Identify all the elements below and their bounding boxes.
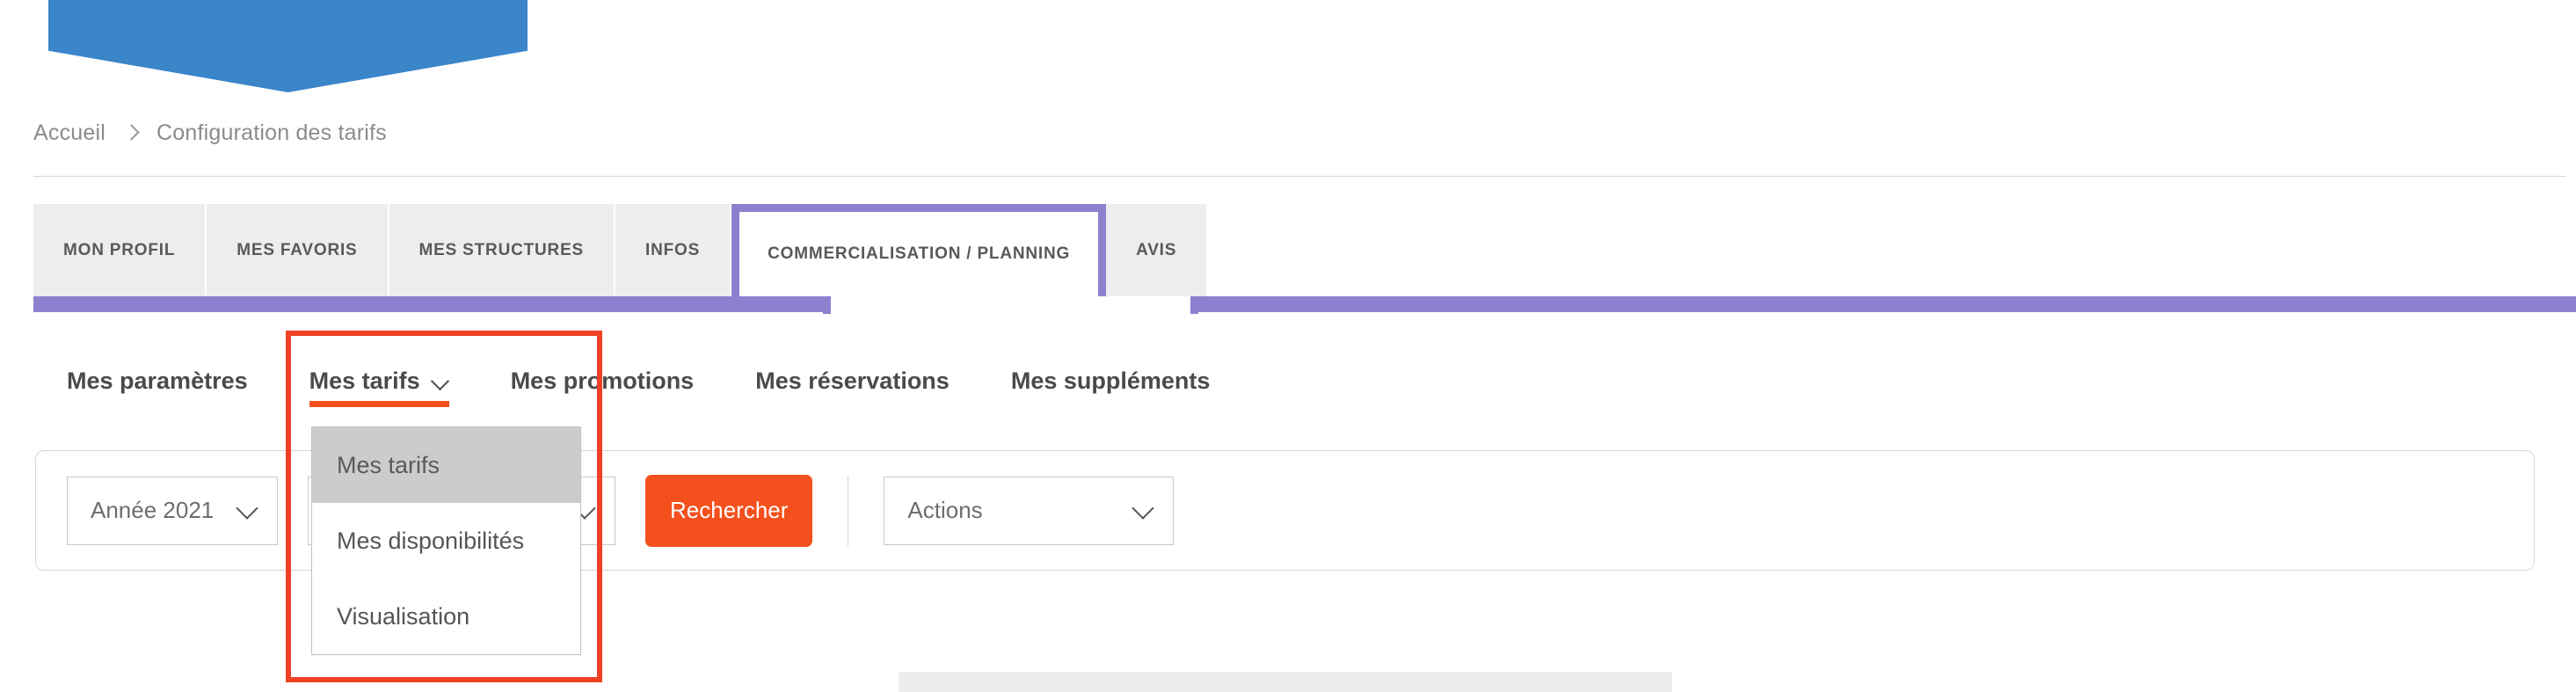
tab-label: COMMERCIALISATION / PLANNING xyxy=(739,212,1099,296)
tab-mes-structures[interactable]: MES STRUCTURES xyxy=(389,204,616,296)
tab-label: INFOS xyxy=(645,240,701,259)
tab-label: MES FAVORIS xyxy=(236,240,358,259)
tab-mon-profil[interactable]: MON PROFIL xyxy=(33,204,207,296)
active-tab-notch xyxy=(831,296,1190,314)
subnav-label: Mes promotions xyxy=(510,368,695,394)
chevron-down-icon xyxy=(432,377,449,389)
chevron-down-icon xyxy=(1132,504,1153,517)
mes-tarifs-dropdown-menu: Mes tarifs Mes disponibilités Visualisat… xyxy=(311,426,581,655)
subnav-item-mes-reservations[interactable]: Mes réservations xyxy=(752,368,953,407)
tab-label: MES STRUCTURES xyxy=(418,240,585,259)
dropdown-item-mes-disponibilites[interactable]: Mes disponibilités xyxy=(312,503,580,579)
header-banner-chevron xyxy=(48,0,528,92)
search-button[interactable]: Rechercher xyxy=(645,474,813,547)
breadcrumb-item-home[interactable]: Accueil xyxy=(33,120,106,146)
active-tab-edge-right xyxy=(1190,296,1198,314)
subnav-label: Mes tarifs xyxy=(309,368,420,394)
dropdown-item-visualisation[interactable]: Visualisation xyxy=(312,579,580,654)
breadcrumb-divider xyxy=(33,176,2565,177)
active-tab-edge-left xyxy=(823,296,831,314)
chevron-down-icon xyxy=(236,504,258,517)
tab-infos[interactable]: INFOS xyxy=(615,204,732,296)
subnav-item-mes-parametres[interactable]: Mes paramètres xyxy=(63,368,251,407)
tab-label: MON PROFIL xyxy=(63,240,176,259)
actions-select-value: Actions xyxy=(907,497,983,523)
year-select-value: Année 2021 xyxy=(91,497,215,523)
actions-select[interactable]: Actions xyxy=(884,476,1175,545)
tab-mes-favoris[interactable]: MES FAVORIS xyxy=(207,204,389,296)
page-root: Accueil Configuration des tarifs MON PRO… xyxy=(0,0,2576,692)
dropdown-item-label: Visualisation xyxy=(337,602,470,630)
chevron-right-icon xyxy=(125,124,137,143)
subnav-label: Mes suppléments xyxy=(1010,368,1211,394)
tab-commercialisation-planning[interactable]: COMMERCIALISATION / PLANNING xyxy=(731,204,1107,296)
year-select[interactable]: Année 2021 xyxy=(67,476,278,545)
secondary-nav: Mes paramètres Mes tarifs Mes promotions… xyxy=(63,368,1213,407)
dropdown-item-mes-tarifs[interactable]: Mes tarifs xyxy=(312,427,580,503)
breadcrumb-item-current: Configuration des tarifs xyxy=(156,120,387,145)
tab-label: AVIS xyxy=(1136,240,1177,259)
dropdown-item-label: Mes disponibilités xyxy=(337,527,525,554)
active-underline xyxy=(309,401,449,407)
tabbar-underline-left xyxy=(33,296,823,312)
dropdown-item-label: Mes tarifs xyxy=(337,451,440,478)
subnav-label: Mes paramètres xyxy=(67,368,248,394)
subnav-item-mes-promotions[interactable]: Mes promotions xyxy=(507,368,698,407)
breadcrumb: Accueil Configuration des tarifs xyxy=(33,120,387,146)
content-placeholder-bar xyxy=(899,672,1672,692)
subnav-label: Mes réservations xyxy=(755,368,950,394)
primary-tabbar: MON PROFIL MES FAVORIS MES STRUCTURES IN… xyxy=(33,204,1207,296)
tabbar-underline-right xyxy=(1198,296,2576,312)
tab-avis[interactable]: AVIS xyxy=(1106,204,1207,296)
subnav-item-mes-supplements[interactable]: Mes suppléments xyxy=(1008,368,1214,407)
subnav-item-mes-tarifs[interactable]: Mes tarifs xyxy=(306,368,453,407)
